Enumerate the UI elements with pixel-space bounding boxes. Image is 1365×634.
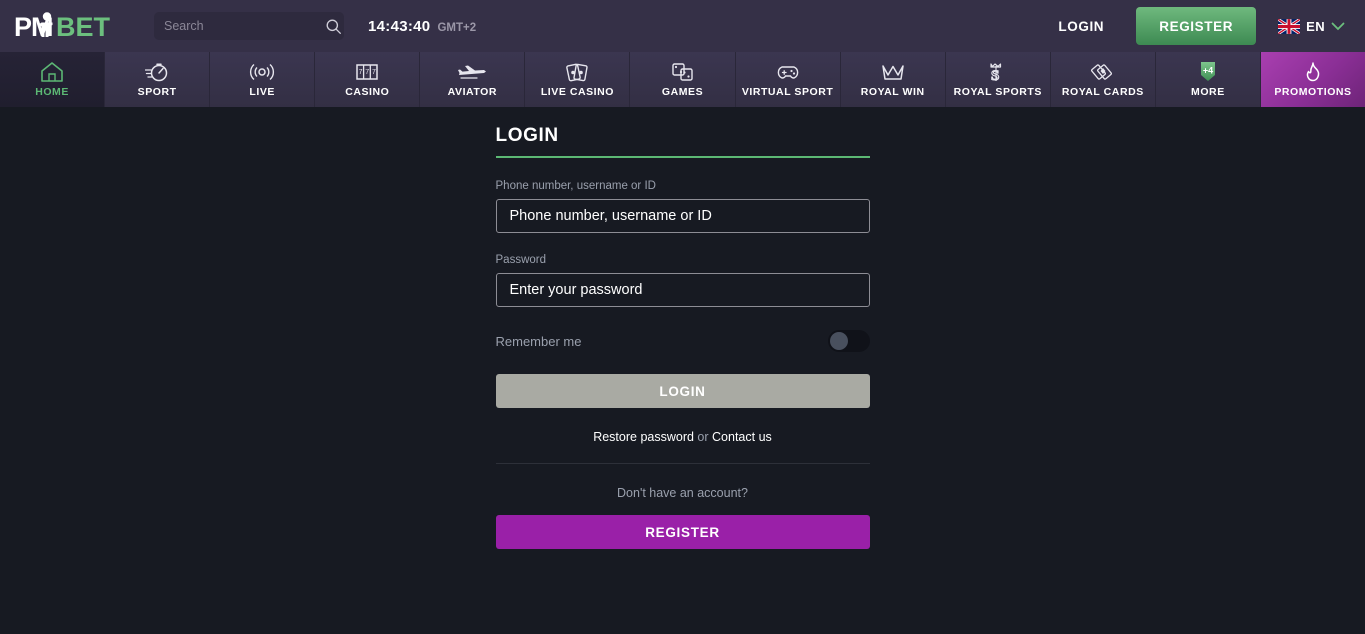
title-underline (495, 156, 870, 158)
svg-text:7: 7 (372, 69, 376, 76)
login-submit-button[interactable]: LOGIN (495, 374, 870, 408)
remember-me-toggle[interactable] (827, 330, 870, 352)
nav-item-sport[interactable]: SPORT (105, 52, 211, 107)
nav-label-royal-win: ROYAL WIN (860, 86, 925, 98)
remember-me-row: Remember me (496, 330, 870, 352)
svg-text:7: 7 (359, 69, 363, 76)
nav-item-royal-cards[interactable]: ROYAL CARDS (1051, 52, 1156, 107)
language-selector[interactable]: EN (1278, 18, 1351, 34)
gamepad-icon (774, 61, 802, 83)
username-label: Phone number, username or ID (495, 180, 656, 192)
slot-machine-icon: 7 7 7 (354, 61, 380, 83)
royal-s-icon: S (987, 61, 1009, 83)
nav-label-promotions: PROMOTIONS (1274, 86, 1352, 98)
nav-label-home: HOME (35, 86, 69, 98)
nav-item-live-casino[interactable]: LIVE CASINO (525, 52, 631, 107)
username-input[interactable] (495, 199, 870, 233)
pmbet-logo[interactable]: P M BET (14, 6, 112, 46)
search-input[interactable] (164, 19, 325, 33)
main-navigation: HOME SPORT LIVE 7 7 7 CASINO AVIATOR LIV… (0, 52, 1365, 107)
nav-label-more: MORE (1191, 86, 1225, 98)
airplane-icon (457, 61, 487, 83)
nav-label-royal-cards: ROYAL CARDS (1061, 86, 1144, 98)
crown-icon (880, 61, 906, 83)
main-content: LOGIN Phone number, username or ID Passw… (0, 107, 1365, 634)
nav-item-games[interactable]: GAMES (630, 52, 736, 107)
playing-cards-icon (564, 61, 590, 83)
dice-icon (670, 61, 696, 83)
flame-icon (1302, 61, 1324, 83)
nav-item-casino[interactable]: 7 7 7 CASINO (315, 52, 421, 107)
links-separator: or (693, 430, 713, 444)
header-actions: LOGIN REGISTER EN (1044, 7, 1351, 45)
nav-item-promotions[interactable]: PROMOTIONS (1260, 52, 1365, 107)
nav-item-more[interactable]: +4 MORE (1156, 52, 1261, 107)
login-form: LOGIN Phone number, username or ID Passw… (495, 107, 870, 634)
restore-password-link[interactable]: Restore password (593, 430, 694, 444)
live-broadcast-icon (249, 61, 275, 83)
nav-item-aviator[interactable]: AVIATOR (420, 52, 526, 107)
svg-text:P: P (14, 12, 32, 41)
svg-text:S: S (991, 68, 999, 83)
nav-item-live[interactable]: LIVE (210, 52, 316, 107)
clock: 14:43:40 GMT+2 (368, 18, 476, 35)
register-button[interactable]: REGISTER (495, 515, 870, 549)
nav-item-royal-win[interactable]: ROYAL WIN (841, 52, 946, 107)
nav-item-home[interactable]: HOME (0, 52, 106, 107)
svg-text:BET: BET (56, 12, 111, 41)
header-register-button[interactable]: REGISTER (1136, 7, 1257, 45)
pmbet-logo-icon: P M BET (14, 12, 111, 41)
nav-label-virtual-sport: VIRTUAL SPORT (741, 86, 834, 98)
nav-label-sport: SPORT (137, 86, 177, 98)
royal-cards-icon (1090, 61, 1116, 83)
clock-time: 14:43:40 (368, 17, 431, 35)
more-badge-icon: +4 (1197, 61, 1219, 83)
search-icon[interactable] (325, 18, 342, 35)
svg-text:+4: +4 (1203, 66, 1213, 76)
remember-me-label: Remember me (495, 333, 582, 349)
top-header: P M BET 14:43:40 GMT+2 LOGIN REGISTER (0, 0, 1365, 52)
search-box[interactable] (154, 12, 344, 40)
chevron-down-icon[interactable] (1331, 22, 1345, 31)
uk-flag-icon (1278, 18, 1301, 34)
toggle-knob (829, 332, 848, 350)
page-title: LOGIN (495, 125, 559, 146)
language-label: EN (1306, 18, 1325, 34)
password-label: Password (495, 254, 547, 266)
nav-item-royal-sports[interactable]: S ROYAL SPORTS (946, 52, 1051, 107)
stopwatch-icon (145, 61, 169, 83)
clock-timezone: GMT+2 (437, 21, 477, 34)
nav-label-aviator: AVIATOR (447, 86, 498, 98)
svg-text:7: 7 (366, 69, 370, 76)
header-login-link[interactable]: LOGIN (1044, 11, 1118, 42)
nav-label-games: GAMES (661, 86, 704, 98)
nav-label-live: LIVE (249, 86, 275, 98)
helper-links: Restore password or Contact us (495, 408, 870, 464)
no-account-text: Don't have an account? (617, 486, 748, 500)
nav-label-royal-sports: ROYAL SPORTS (953, 86, 1042, 98)
contact-us-link[interactable]: Contact us (712, 430, 772, 444)
password-input[interactable] (495, 273, 870, 307)
home-icon (40, 61, 64, 83)
nav-label-live-casino: LIVE CASINO (540, 86, 614, 98)
nav-item-virtual-sport[interactable]: VIRTUAL SPORT (736, 52, 841, 107)
nav-label-casino: CASINO (345, 86, 390, 98)
